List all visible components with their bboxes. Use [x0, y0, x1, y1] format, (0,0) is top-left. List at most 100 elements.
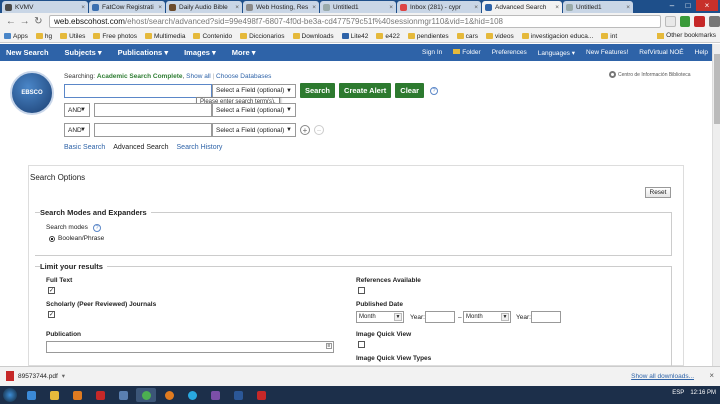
close-tab-icon[interactable]: × [471, 4, 478, 11]
close-tab-icon[interactable]: × [386, 4, 393, 11]
field-select-3[interactable]: Select a Field (optional) ▼ [212, 123, 296, 137]
close-tab-icon[interactable]: × [155, 4, 162, 11]
back-icon[interactable]: ← [4, 16, 18, 28]
bookmark-item[interactable]: videos [485, 33, 514, 40]
app-icon[interactable] [113, 388, 133, 402]
chevron-down-icon[interactable]: ▾ [62, 372, 65, 380]
skype-icon[interactable] [182, 388, 202, 402]
reload-icon[interactable]: ↻ [31, 16, 45, 28]
nav-new-search[interactable]: New Search [6, 48, 49, 57]
reset-button[interactable]: Reset [645, 187, 671, 198]
browser-tab[interactable]: Untitled1 × [563, 1, 633, 13]
browser-tab[interactable]: Daily Audio Bible × [166, 1, 242, 13]
help-icon[interactable]: ? [430, 86, 439, 95]
page-scrollbar[interactable] [712, 44, 720, 366]
app-icon[interactable] [205, 388, 225, 402]
boolean-operator-select-3[interactable]: AND ▼ [64, 123, 90, 137]
nav-new-features[interactable]: New Features! [586, 49, 628, 56]
browser-tab[interactable]: Inbox (281) - cypr × [397, 1, 481, 13]
choose-databases-link[interactable]: Choose Databases [216, 73, 271, 80]
bookmark-item[interactable]: e422 [376, 33, 400, 40]
acrobat-icon[interactable] [251, 388, 271, 402]
maximize-icon[interactable]: □ [680, 0, 696, 11]
start-icon[interactable] [3, 388, 17, 402]
start-year-input[interactable] [425, 311, 455, 323]
browse-publication-icon[interactable]: ≡ [326, 343, 332, 349]
scholarly-checkbox[interactable]: ✓ [48, 311, 55, 318]
bookmark-item[interactable]: Contenido [193, 33, 232, 40]
field-select-2[interactable]: Select a Field (optional) ▼ [212, 103, 296, 117]
boolean-phrase-radio[interactable] [49, 236, 55, 242]
nav-images[interactable]: Images ▾ [184, 48, 216, 57]
close-tab-icon[interactable]: × [78, 4, 85, 11]
extension-icon[interactable] [694, 16, 706, 27]
browser-tab[interactable]: Web Hosting, Res × [243, 1, 319, 13]
nav-help[interactable]: Help [695, 49, 708, 56]
bookmark-item[interactable]: pendientes [407, 33, 449, 40]
clock[interactable]: 12:16 PM [690, 390, 716, 396]
boolean-operator-select-2[interactable]: AND ▼ [64, 103, 90, 117]
close-tab-icon[interactable]: × [552, 4, 559, 11]
bookmark-item[interactable]: Free photos [93, 33, 137, 40]
bookmark-item[interactable]: Utiles [60, 33, 85, 40]
close-tab-icon[interactable]: × [309, 4, 316, 11]
references-checkbox[interactable] [358, 287, 365, 294]
extension-icon[interactable] [679, 16, 691, 27]
search-term-input-1[interactable] [64, 83, 212, 98]
word-icon[interactable] [228, 388, 248, 402]
shield-icon[interactable] [90, 388, 110, 402]
help-icon[interactable]: ? [93, 224, 101, 232]
browser-tab[interactable]: KVMV × [2, 1, 88, 13]
close-tab-icon[interactable]: × [232, 4, 239, 11]
language-indicator[interactable]: ESP [672, 390, 684, 396]
browser-tab[interactable]: FatCow Registrati × [89, 1, 165, 13]
forward-icon[interactable]: → [18, 16, 32, 28]
nav-refvirtual[interactable]: RefVirtual NOÉ [639, 49, 683, 56]
nav-publications[interactable]: Publications ▾ [118, 48, 168, 57]
nav-preferences[interactable]: Preferences [492, 49, 527, 56]
browser-tab[interactable]: Untitled1 × [320, 1, 396, 13]
chrome-icon[interactable] [136, 388, 156, 402]
bookmark-item[interactable]: hg [35, 33, 52, 40]
nav-subjects[interactable]: Subjects ▾ [65, 48, 102, 57]
end-year-input[interactable] [531, 311, 561, 323]
basic-search-link[interactable]: Basic Search [64, 144, 105, 151]
downloaded-file[interactable]: 89573744.pdf ▾ [6, 371, 65, 381]
media-icon[interactable] [67, 388, 87, 402]
search-term-input-2[interactable] [94, 103, 212, 117]
browser-tab-active[interactable]: Advanced Search × [482, 1, 562, 13]
nav-more[interactable]: More ▾ [232, 48, 256, 57]
bookmark-item[interactable]: Diccionarios [240, 33, 285, 40]
bookmark-item[interactable]: Downloads [292, 33, 334, 40]
bookmark-item[interactable]: Apps [4, 33, 28, 40]
image-quick-view-checkbox[interactable] [358, 341, 365, 348]
bookmark-item[interactable]: cars [456, 33, 478, 40]
firefox-icon[interactable] [159, 388, 179, 402]
create-alert-button[interactable]: Create Alert [339, 83, 392, 98]
clear-button[interactable]: Clear [395, 83, 425, 98]
close-icon[interactable]: × [709, 371, 714, 380]
show-all-downloads-link[interactable]: Show all downloads... [631, 373, 694, 380]
end-month-select[interactable]: Month ▼ [463, 311, 511, 323]
nav-sign-in[interactable]: Sign In [422, 49, 442, 56]
close-window-icon[interactable]: × [696, 0, 718, 11]
bookmark-item[interactable]: Lite42 [341, 33, 368, 40]
nav-languages[interactable]: Languages ▾ [538, 49, 575, 57]
start-month-select[interactable]: Month ▼ [356, 311, 404, 323]
search-button[interactable]: Search [300, 83, 336, 98]
bookmark-item[interactable]: int [601, 33, 617, 40]
explorer-icon[interactable] [44, 388, 64, 402]
add-row-icon[interactable]: + [300, 125, 310, 135]
remove-row-icon[interactable]: − [314, 125, 324, 135]
ie-icon[interactable] [21, 388, 41, 402]
scrollbar-thumb[interactable] [714, 54, 720, 124]
nav-folder[interactable]: Folder [453, 49, 481, 56]
url-input[interactable]: web.ebscohost.com/ehost/search/advanced?… [49, 15, 661, 28]
bookmark-item[interactable]: Multimedia [145, 33, 185, 40]
field-select-1[interactable]: Select a Field (optional) ▼ [212, 83, 296, 98]
search-term-input-3[interactable] [94, 123, 212, 137]
minimize-icon[interactable]: – [664, 0, 680, 11]
ebsco-logo[interactable]: EBSCO [10, 71, 54, 115]
star-icon[interactable] [664, 16, 676, 27]
search-history-link[interactable]: Search History [177, 144, 223, 151]
